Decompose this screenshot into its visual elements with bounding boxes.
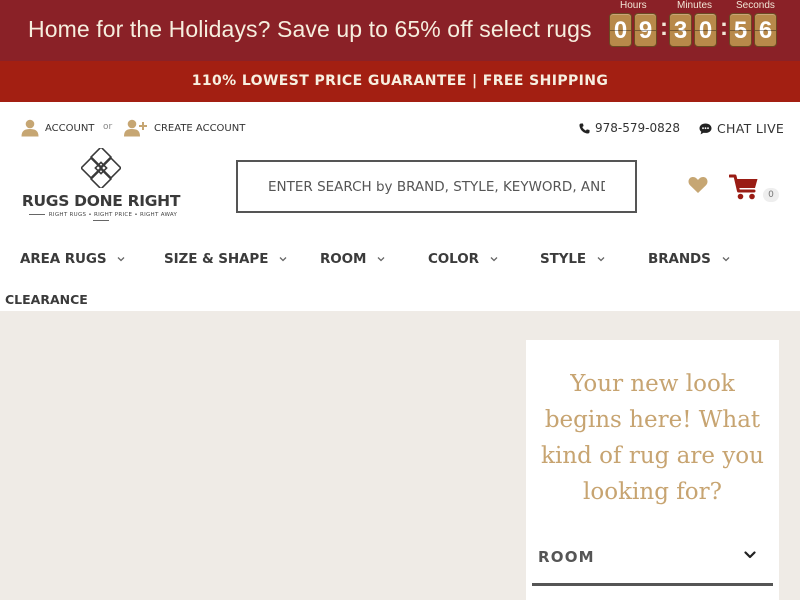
promo-text: Home for the Holidays? Save up to 65% of… bbox=[28, 16, 592, 42]
chat-label: CHAT LIVE bbox=[717, 121, 785, 136]
nav-label: COLOR bbox=[428, 251, 479, 267]
account-link[interactable]: ACCOUNT bbox=[21, 119, 94, 137]
nav-label: SIZE & SHAPE bbox=[164, 251, 269, 267]
logo[interactable]: RUGS DONE RIGHT RIGHT RUGS • RIGHT PRICE… bbox=[20, 148, 182, 222]
site-header: ACCOUNT or CREATE ACCOUNT 978-579-0828 C… bbox=[0, 102, 800, 311]
countdown-digit: 5 bbox=[729, 13, 752, 47]
countdown-digit: 0 bbox=[609, 13, 632, 47]
chevron-down-icon bbox=[118, 257, 125, 262]
promo-banner[interactable]: Home for the Holidays? Save up to 65% of… bbox=[0, 0, 800, 61]
countdown-seconds-label: Seconds bbox=[736, 0, 775, 11]
countdown-minutes-label: Minutes bbox=[677, 0, 713, 11]
nav-label: BRANDS bbox=[648, 251, 711, 267]
search-box[interactable] bbox=[236, 160, 637, 213]
room-select-label: ROOM bbox=[538, 548, 595, 566]
chevron-down-icon bbox=[279, 257, 287, 262]
cart-icon bbox=[728, 174, 758, 200]
search-input[interactable] bbox=[238, 162, 635, 211]
or-text: or bbox=[103, 122, 113, 132]
knot-logo-icon bbox=[81, 148, 121, 188]
create-account-link[interactable]: CREATE ACCOUNT bbox=[124, 119, 245, 137]
countdown-digit: 0 bbox=[694, 13, 717, 47]
cart-button[interactable] bbox=[728, 174, 759, 206]
nav-color[interactable]: COLOR bbox=[428, 251, 498, 267]
nav-style[interactable]: STYLE bbox=[540, 251, 605, 267]
user-icon bbox=[21, 119, 39, 137]
countdown-hours-label: Hours bbox=[620, 0, 647, 11]
guarantee-bar: 110% LOWEST PRICE GUARANTEE | FREE SHIPP… bbox=[0, 61, 800, 102]
phone-number: 978-579-0828 bbox=[595, 121, 681, 135]
finder-heading: Your new look begins here! What kind of … bbox=[541, 371, 764, 505]
logo-tagline: RIGHT RUGS • RIGHT PRICE • RIGHT AWAY bbox=[20, 212, 182, 224]
phone-icon bbox=[579, 122, 590, 134]
nav-area-rugs[interactable]: AREA RUGS bbox=[20, 251, 125, 267]
account-label: ACCOUNT bbox=[45, 122, 95, 134]
nav-label: STYLE bbox=[540, 251, 587, 267]
countdown-digit: 6 bbox=[754, 13, 777, 47]
chevron-down-icon bbox=[744, 551, 756, 559]
chevron-down-icon bbox=[722, 257, 730, 262]
nav-label: AREA RUGS bbox=[20, 251, 107, 267]
nav-clearance[interactable]: CLEARANCE bbox=[5, 292, 88, 307]
wishlist-button[interactable] bbox=[688, 176, 708, 199]
add-user-icon bbox=[124, 119, 147, 137]
nav-label: ROOM bbox=[320, 251, 367, 267]
guarantee-text: 110% LOWEST PRICE GUARANTEE | FREE SHIPP… bbox=[191, 73, 609, 89]
rug-finder-card: Your new look begins here! What kind of … bbox=[526, 340, 779, 600]
logo-name: RUGS DONE RIGHT bbox=[21, 192, 181, 210]
create-account-label: CREATE ACCOUNT bbox=[154, 122, 246, 134]
phone-link[interactable]: 978-579-0828 bbox=[579, 121, 680, 135]
chevron-down-icon bbox=[377, 257, 385, 262]
nav-brands[interactable]: BRANDS bbox=[648, 251, 730, 267]
chat-live-link[interactable]: CHAT LIVE bbox=[699, 121, 784, 136]
countdown-digit: 3 bbox=[669, 13, 692, 47]
countdown-timer: Hours Minutes Seconds 0 9 : 3 0 : 5 6 bbox=[609, 0, 800, 61]
room-select[interactable]: ROOM bbox=[532, 540, 773, 586]
nav-room[interactable]: ROOM bbox=[320, 251, 385, 267]
chevron-down-icon bbox=[597, 257, 605, 262]
nav-size-shape[interactable]: SIZE & SHAPE bbox=[164, 251, 287, 267]
countdown-separator: : bbox=[720, 14, 728, 41]
countdown-separator: : bbox=[660, 14, 668, 41]
chat-icon bbox=[699, 123, 712, 134]
heart-icon bbox=[688, 176, 708, 193]
countdown-digit: 9 bbox=[634, 13, 657, 47]
cart-count-badge: 0 bbox=[763, 188, 779, 202]
chevron-down-icon bbox=[490, 257, 498, 262]
